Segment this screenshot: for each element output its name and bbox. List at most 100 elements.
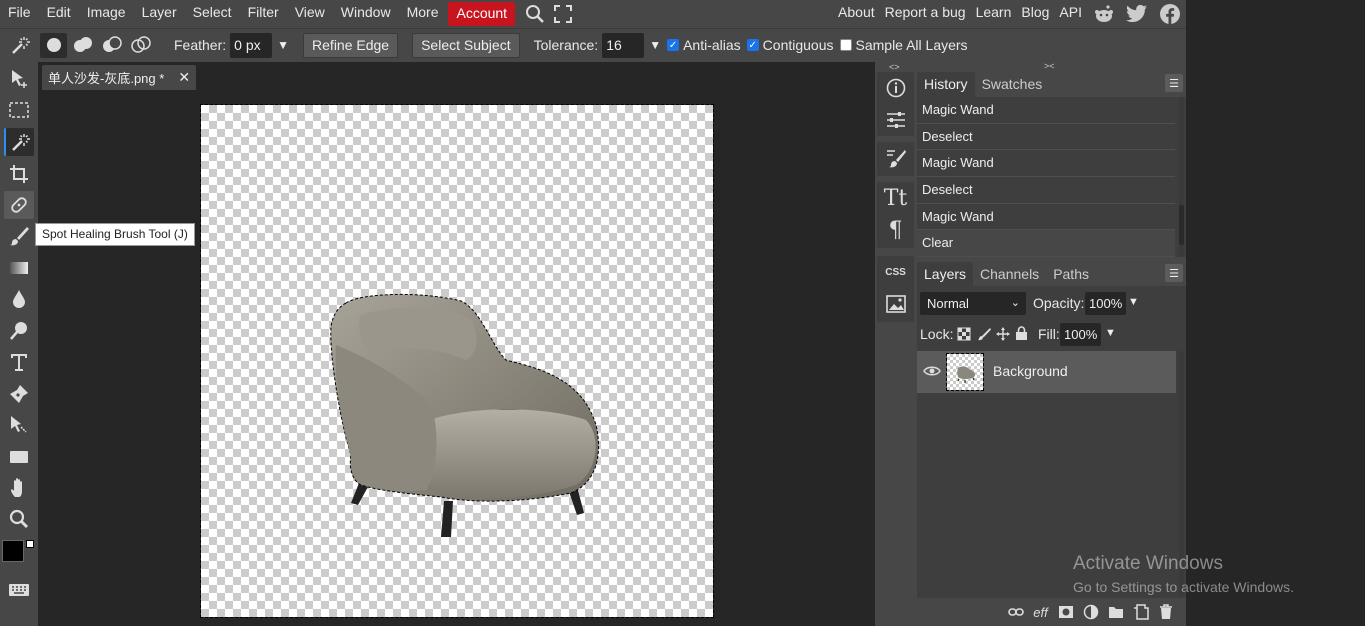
tolerance-input[interactable]: 16	[602, 32, 645, 58]
foreground-color-swatch[interactable]	[2, 540, 24, 562]
twitter-icon[interactable]	[1120, 4, 1153, 23]
sample-all-layers-checkbox[interactable]: Sample All Layers	[839, 37, 968, 53]
menu-filter[interactable]: Filter	[240, 0, 287, 27]
tab-layers[interactable]: Layers	[917, 262, 974, 287]
eye-visibility-icon[interactable]	[923, 365, 941, 380]
swap-colors-icon[interactable]	[26, 540, 34, 548]
lock-all-icon[interactable]	[1015, 326, 1028, 344]
history-entry[interactable]: Deselect	[917, 177, 1175, 204]
checkbox-checked-icon[interactable]: ✓	[667, 39, 680, 51]
image-canvas[interactable]	[200, 104, 714, 618]
move-tool-icon[interactable]	[4, 65, 34, 93]
tab-swatches[interactable]: Swatches	[975, 72, 1050, 97]
opacity-dropdown-icon[interactable]: ▼	[1128, 296, 1139, 308]
paragraph-icon[interactable]: ¶	[877, 214, 914, 246]
checkbox-unchecked-icon[interactable]	[839, 39, 852, 51]
zoom-tool-icon[interactable]	[4, 505, 34, 533]
fill-input[interactable]: 100%	[1060, 323, 1102, 346]
opacity-input[interactable]: 100%	[1085, 292, 1127, 315]
anti-alias-checkbox[interactable]: ✓ Anti-alias	[667, 37, 741, 53]
dodge-tool-icon[interactable]	[4, 317, 34, 345]
layers-menu-icon[interactable]: ☰	[1165, 264, 1183, 282]
new-layer-icon[interactable]	[1128, 600, 1153, 624]
tolerance-dropdown-icon[interactable]: ▼	[649, 38, 661, 52]
collapse-arrows-icon[interactable]: <>	[889, 62, 900, 72]
facebook-icon[interactable]	[1153, 3, 1186, 25]
css-icon[interactable]: CSS	[877, 256, 914, 288]
layer-effects-icon[interactable]: eff	[1028, 600, 1053, 624]
blur-tool-icon[interactable]	[4, 285, 34, 313]
checkbox-checked-icon[interactable]: ✓	[746, 39, 759, 51]
magic-wand-tool-icon[interactable]	[4, 128, 34, 156]
document-tab[interactable]: 单人沙发-灰底.png * ✕	[42, 65, 197, 90]
history-entry[interactable]: Magic Wand	[917, 97, 1175, 124]
history-entry-current[interactable]: Clear	[917, 230, 1175, 258]
blend-mode-select[interactable]: Normal ⌄	[920, 292, 1026, 315]
menu-edit[interactable]: Edit	[39, 0, 79, 27]
lock-transparency-icon[interactable]	[957, 327, 971, 344]
tab-paths[interactable]: Paths	[1046, 262, 1096, 287]
new-group-folder-icon[interactable]	[1103, 600, 1128, 624]
gradient-tool-icon[interactable]	[4, 254, 34, 282]
account-button[interactable]: Account	[448, 1, 516, 26]
reddit-icon[interactable]	[1087, 4, 1120, 24]
image-icon[interactable]	[877, 288, 914, 320]
crop-tool-icon[interactable]	[4, 160, 34, 188]
fill-dropdown-icon[interactable]: ▼	[1105, 327, 1116, 339]
link-about[interactable]: About	[833, 0, 880, 27]
link-layers-icon[interactable]	[1003, 600, 1028, 624]
adjustment-layer-icon[interactable]	[1078, 600, 1103, 624]
delete-layer-trash-icon[interactable]	[1153, 600, 1178, 624]
new-selection-mode-icon[interactable]	[40, 32, 67, 58]
hand-tool-icon[interactable]	[4, 474, 34, 502]
spot-healing-brush-tool-icon[interactable]	[4, 191, 34, 219]
tab-channels[interactable]: Channels	[973, 262, 1046, 287]
menu-more[interactable]: More	[399, 0, 447, 27]
brush-settings-icon[interactable]	[877, 142, 914, 174]
link-api[interactable]: API	[1054, 0, 1087, 27]
layer-mask-icon[interactable]	[1053, 600, 1078, 624]
layer-name[interactable]: Background	[993, 363, 1068, 379]
contiguous-checkbox[interactable]: ✓ Contiguous	[746, 37, 834, 53]
link-blog[interactable]: Blog	[1016, 0, 1054, 27]
fullscreen-icon[interactable]	[549, 0, 577, 27]
character-icon[interactable]: Tt	[877, 182, 914, 214]
menu-file[interactable]: File	[0, 0, 39, 27]
link-learn[interactable]: Learn	[971, 0, 1017, 27]
shape-tool-icon[interactable]	[4, 443, 34, 471]
menu-select[interactable]: Select	[185, 0, 240, 27]
lock-position-icon[interactable]	[996, 327, 1010, 344]
menu-layer[interactable]: Layer	[134, 0, 185, 27]
adjustments-icon[interactable]	[877, 104, 914, 136]
pen-tool-icon[interactable]	[4, 380, 34, 408]
close-tab-icon[interactable]: ✕	[178, 69, 190, 86]
path-select-tool-icon[interactable]	[4, 411, 34, 439]
menu-window[interactable]: Window	[333, 0, 399, 27]
history-menu-icon[interactable]: ☰	[1165, 74, 1183, 92]
layer-row-background[interactable]: Background	[917, 351, 1176, 393]
history-entry[interactable]: Magic Wand	[917, 203, 1175, 231]
search-icon[interactable]	[521, 0, 549, 27]
feather-dropdown-icon[interactable]: ▼	[277, 38, 289, 52]
feather-input[interactable]: 0 px	[230, 32, 273, 58]
color-swatches[interactable]	[2, 538, 38, 574]
text-tool-icon[interactable]	[4, 348, 34, 376]
history-scrollbar[interactable]	[1179, 97, 1184, 257]
keyboard-icon[interactable]	[4, 576, 34, 604]
info-icon[interactable]	[877, 72, 914, 104]
history-entry[interactable]: Deselect	[917, 123, 1175, 151]
tab-history[interactable]: History	[917, 72, 975, 97]
history-entry[interactable]: Magic Wand	[917, 150, 1175, 178]
brush-tool-icon[interactable]	[4, 222, 34, 250]
link-report-bug[interactable]: Report a bug	[880, 0, 971, 27]
history-scroll-thumb[interactable]	[1179, 205, 1184, 245]
add-selection-mode-icon[interactable]	[69, 33, 96, 58]
intersect-selection-mode-icon[interactable]	[127, 33, 154, 58]
select-subject-button[interactable]: Select Subject	[412, 32, 520, 58]
canvas-workspace[interactable]: 单人沙发-灰底.png * ✕	[38, 62, 875, 626]
refine-edge-button[interactable]: Refine Edge	[303, 32, 399, 58]
menu-image[interactable]: Image	[79, 0, 134, 27]
menu-view[interactable]: View	[287, 0, 333, 27]
subtract-selection-mode-icon[interactable]	[98, 33, 125, 58]
lock-pixels-icon[interactable]	[977, 327, 991, 344]
